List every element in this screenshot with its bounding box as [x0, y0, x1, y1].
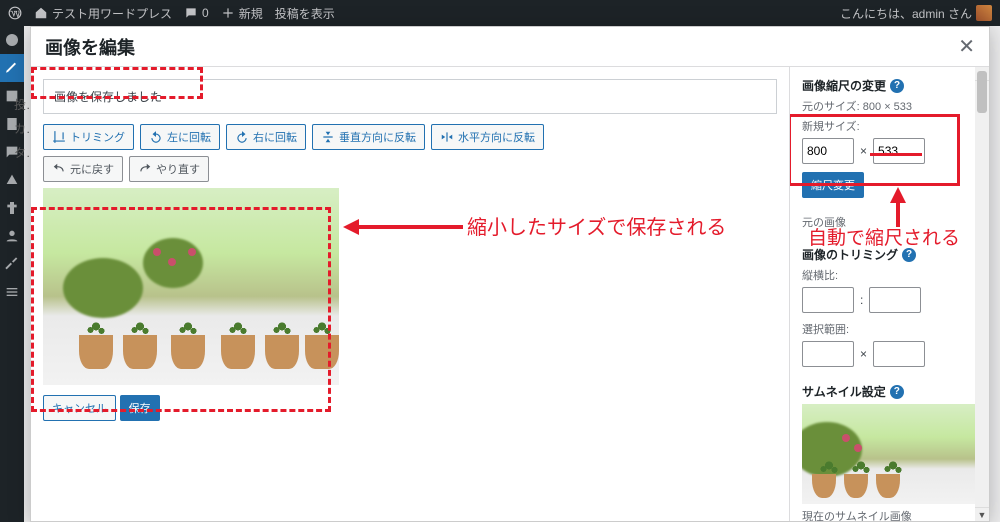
help-icon[interactable]: ?: [890, 385, 904, 399]
rotate-left-icon: [149, 130, 163, 144]
close-button[interactable]: ✕: [958, 34, 975, 59]
sidebar-settings[interactable]: [0, 278, 24, 306]
image-toolbar: トリミング 左に回転 右に回転 垂直方向に反転 水平方向に反転: [43, 124, 777, 150]
selection-width-input[interactable]: [802, 341, 854, 367]
annotation-text-main: 縮小したサイズで保存される: [467, 211, 726, 240]
sidebar-scrollbar[interactable]: ▲ ▼: [975, 67, 989, 521]
flip-vertical-icon: [321, 130, 335, 144]
avatar: [976, 5, 992, 21]
comments-count: 0: [202, 6, 209, 20]
editor-main: 画像を保存しました トリミング 左に回転 右に回転 垂直方向に反転: [31, 67, 789, 521]
thumbnail-heading: サムネイル設定 ?: [802, 383, 977, 400]
scale-width-input[interactable]: [802, 138, 854, 164]
ratio-separator: :: [860, 293, 863, 307]
scale-apply-button[interactable]: 縮尺変更: [802, 172, 864, 198]
image-preview: [43, 188, 339, 385]
selection-label: 選択範囲:: [802, 321, 977, 337]
notice-text: 画像を保存しました: [54, 90, 162, 104]
site-name: テスト用ワードプレス: [52, 5, 172, 22]
scale-inputs: ×: [802, 138, 977, 164]
scale-height-input[interactable]: [873, 138, 925, 164]
undo-button[interactable]: 元に戻す: [43, 156, 123, 182]
history-toolbar: 元に戻す やり直す: [43, 156, 777, 182]
wp-admin-bar: テスト用ワードプレス 0 新規 投稿を表示 こんにちは、admin さん: [0, 0, 1000, 26]
dimension-separator: ×: [860, 347, 867, 361]
plus-icon: [221, 6, 235, 20]
thumbnail-caption: 現在のサムネイル画像: [802, 508, 977, 521]
editor-sidebar: 画像縮尺の変更 ? 元のサイズ: 800 × 533 新規サイズ: × 縮尺変更: [789, 67, 989, 521]
redo-icon: [138, 162, 152, 176]
sidebar-appearance[interactable]: [0, 166, 24, 194]
comments-link[interactable]: 0: [184, 6, 209, 20]
site-name-link[interactable]: テスト用ワードプレス: [34, 5, 172, 22]
wordpress-icon: [8, 6, 22, 20]
save-notice: 画像を保存しました: [43, 79, 777, 114]
scroll-down-icon[interactable]: ▼: [975, 507, 989, 521]
help-icon[interactable]: ?: [890, 79, 904, 93]
rotate-right-icon: [235, 130, 249, 144]
undo-icon: [52, 162, 66, 176]
footer-actions: キャンセル 保存: [43, 395, 777, 421]
selection-height-input[interactable]: [873, 341, 925, 367]
thumbnail-preview: [802, 404, 977, 504]
new-label: 新規: [239, 5, 263, 22]
wp-logo[interactable]: [8, 6, 22, 20]
home-icon: [34, 6, 48, 20]
crop-heading: 画像のトリミング ?: [802, 246, 977, 263]
redo-button[interactable]: やり直す: [129, 156, 209, 182]
cancel-button[interactable]: キャンセル: [43, 395, 116, 421]
scroll-thumb[interactable]: [977, 71, 987, 113]
selection-inputs: ×: [802, 341, 977, 367]
flip-horizontal-button[interactable]: 水平方向に反転: [431, 124, 544, 150]
modal-title: 画像を編集: [45, 34, 135, 60]
aspect-width-input[interactable]: [802, 287, 854, 313]
crop-section: 画像のトリミング ? 縦横比: : 選択範囲: ×: [802, 246, 977, 367]
view-post-link[interactable]: 投稿を表示: [275, 5, 335, 22]
rotate-left-button[interactable]: 左に回転: [140, 124, 220, 150]
sidebar-posts[interactable]: [0, 54, 24, 82]
new-size-label: 新規サイズ:: [802, 118, 977, 134]
sidebar-tools[interactable]: [0, 250, 24, 278]
crop-button[interactable]: トリミング: [43, 124, 134, 150]
rotate-right-button[interactable]: 右に回転: [226, 124, 306, 150]
dimension-separator: ×: [860, 144, 867, 158]
aspect-height-input[interactable]: [869, 287, 921, 313]
aspect-inputs: :: [802, 287, 977, 313]
scale-section: 画像縮尺の変更 ? 元のサイズ: 800 × 533 新規サイズ: × 縮尺変更: [802, 77, 977, 198]
save-button[interactable]: 保存: [120, 395, 160, 421]
sidebar-users[interactable]: [0, 222, 24, 250]
restore-section: 元の画像: [802, 214, 977, 230]
restore-label: 元の画像: [802, 217, 846, 229]
crop-icon: [52, 130, 66, 144]
help-icon[interactable]: ?: [902, 248, 916, 262]
thumbnail-section: サムネイル設定 ? 現在のサムネイル画像: [802, 383, 977, 521]
sidebar-plugins[interactable]: [0, 194, 24, 222]
flip-horizontal-icon: [440, 130, 454, 144]
comment-icon: [184, 6, 198, 20]
sidebar-dashboard[interactable]: [0, 26, 24, 54]
greeting[interactable]: こんにちは、admin さん: [840, 5, 992, 22]
original-size: 元のサイズ: 800 × 533: [802, 98, 977, 114]
annotation-arrow-main: [343, 217, 463, 237]
flip-vertical-button[interactable]: 垂直方向に反転: [312, 124, 425, 150]
aspect-label: 縦横比:: [802, 267, 977, 283]
image-canvas[interactable]: [43, 188, 339, 385]
new-content-link[interactable]: 新規: [221, 5, 263, 22]
modal-header: 画像を編集 ✕: [31, 27, 989, 67]
edit-image-modal: 画像を編集 ✕ 画像を保存しました トリミング 左に回転 右に回転: [30, 26, 990, 522]
scale-heading: 画像縮尺の変更 ?: [802, 77, 977, 94]
